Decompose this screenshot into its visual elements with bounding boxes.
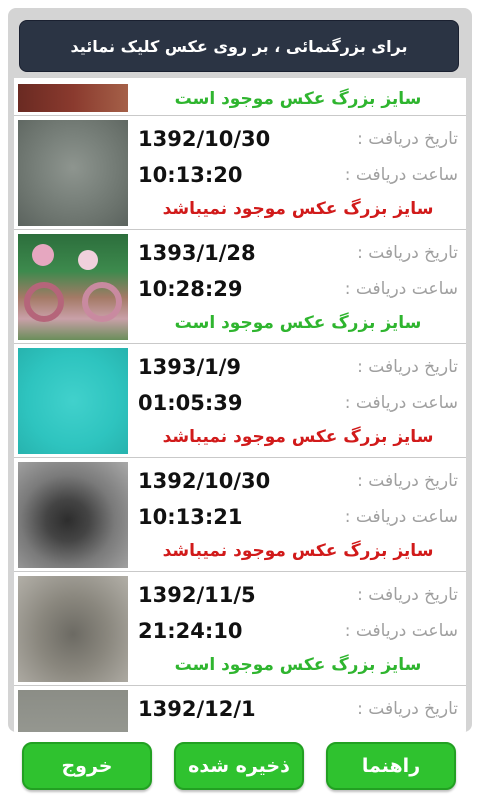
- status-text: سایز بزرگ عکس موجود است: [174, 89, 422, 109]
- status-text: سایز بزرگ عکس موجود نمیباشد: [162, 541, 434, 561]
- time-line: ساعت دریافت : 01:05:39: [138, 386, 458, 420]
- status-text: سایز بزرگ عکس موجود نمیباشد: [162, 199, 434, 219]
- saved-button-label: ذخیره شده: [188, 755, 290, 777]
- hint-text: برای بزرگنمائی ، بر روی عکس کلیک نمائید: [70, 36, 408, 56]
- image-thumbnail[interactable]: [18, 576, 128, 682]
- flower-icon: [32, 244, 54, 266]
- list-item[interactable]: تاریخ دریافت : 1392/10/30 ساعت دریافت : …: [14, 116, 466, 230]
- time-value: 01:05:39: [138, 391, 243, 415]
- date-label: تاریخ دریافت :: [357, 471, 458, 491]
- date-line: تاریخ دریافت : 1392/11/5: [138, 578, 458, 612]
- date-value: 1393/1/28: [138, 241, 256, 265]
- image-thumbnail[interactable]: [18, 120, 128, 226]
- time-value: 21:24:10: [138, 619, 243, 643]
- list-item[interactable]: تاریخ دریافت : 1393/1/9 ساعت دریافت : 01…: [14, 344, 466, 458]
- time-line: ساعت دریافت : 10:28:29: [138, 272, 458, 306]
- list-item[interactable]: تاریخ دریافت : 1393/1/28 ساعت دریافت : 1…: [14, 230, 466, 344]
- time-label: ساعت دریافت :: [344, 393, 458, 413]
- list-item[interactable]: تاریخ دریافت : 1392/10/30 ساعت دریافت : …: [14, 458, 466, 572]
- time-label: ساعت دریافت :: [344, 621, 458, 641]
- image-thumbnail[interactable]: [18, 462, 128, 568]
- time-line: ساعت دریافت : 10:13:20: [138, 158, 458, 192]
- date-label: تاریخ دریافت :: [357, 243, 458, 263]
- image-thumbnail[interactable]: [18, 690, 128, 732]
- hint-banner: برای بزرگنمائی ، بر روی عکس کلیک نمائید: [19, 20, 459, 72]
- time-label: ساعت دریافت :: [344, 507, 458, 527]
- date-value: 1392/10/30: [138, 469, 271, 493]
- status-text: سایز بزرگ عکس موجود است: [174, 313, 422, 333]
- time-line: ساعت دریافت : 10:13:21: [138, 500, 458, 534]
- date-line: تاریخ دریافت : 1392/12/1: [138, 692, 458, 726]
- time-label: ساعت دریافت :: [344, 165, 458, 185]
- date-value: 1392/11/5: [138, 583, 256, 607]
- time-value: 10:13:21: [138, 505, 243, 529]
- main-panel: برای بزرگنمائی ، بر روی عکس کلیک نمائید …: [8, 8, 472, 732]
- exit-button[interactable]: خروج: [22, 742, 152, 790]
- exit-button-label: خروج: [61, 755, 113, 777]
- date-value: 1392/12/1: [138, 697, 256, 721]
- date-value: 1393/1/9: [138, 355, 242, 379]
- time-value: 10:28:29: [138, 277, 243, 301]
- list-item[interactable]: تاریخ دریافت : 1392/11/5 ساعت دریافت : 2…: [14, 572, 466, 686]
- date-line: تاریخ دریافت : 1392/10/30: [138, 122, 458, 156]
- list-item[interactable]: سایز بزرگ عکس موجود است: [14, 78, 466, 116]
- date-value: 1392/10/30: [138, 127, 271, 151]
- date-line: تاریخ دریافت : 1392/10/30: [138, 464, 458, 498]
- date-label: تاریخ دریافت :: [357, 129, 458, 149]
- time-line: ساعت دریافت : 21:24:10: [138, 614, 458, 648]
- status-text: سایز بزرگ عکس موجود نمیباشد: [162, 427, 434, 447]
- date-label: تاریخ دریافت :: [357, 585, 458, 605]
- flower-icon: [78, 250, 98, 270]
- wheel-icon: [24, 282, 64, 322]
- time-value: 10:13:20: [138, 163, 243, 187]
- date-line: تاریخ دریافت : 1393/1/9: [138, 350, 458, 384]
- saved-button[interactable]: ذخیره شده: [174, 742, 304, 790]
- wheel-icon: [82, 282, 122, 322]
- time-label: ساعت دریافت :: [344, 279, 458, 299]
- date-line: تاریخ دریافت : 1393/1/28: [138, 236, 458, 270]
- date-label: تاریخ دریافت :: [357, 699, 458, 719]
- image-thumbnail[interactable]: [18, 348, 128, 454]
- help-button-label: راهنما: [361, 755, 421, 777]
- list-item[interactable]: تاریخ دریافت : 1392/12/1: [14, 686, 466, 732]
- date-label: تاریخ دریافت :: [357, 357, 458, 377]
- image-list[interactable]: سایز بزرگ عکس موجود است تاریخ دریافت : 1…: [14, 78, 466, 732]
- image-thumbnail[interactable]: [18, 84, 128, 112]
- status-text: سایز بزرگ عکس موجود است: [174, 655, 422, 675]
- image-thumbnail[interactable]: [18, 234, 128, 340]
- help-button[interactable]: راهنما: [326, 742, 456, 790]
